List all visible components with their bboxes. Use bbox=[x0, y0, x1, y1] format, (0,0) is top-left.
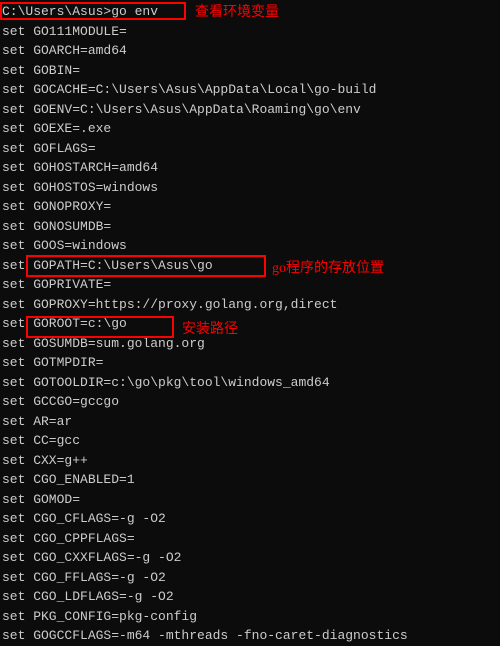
env-line: set GOSUMDB=sum.golang.org bbox=[0, 334, 500, 354]
env-line: set CGO_LDFLAGS=-g -O2 bbox=[0, 587, 500, 607]
env-line: set GOHOSTOS=windows bbox=[0, 178, 500, 198]
env-line: set CGO_FFLAGS=-g -O2 bbox=[0, 568, 500, 588]
prompt-line[interactable]: C:\Users\Asus>go env bbox=[0, 2, 500, 22]
env-line: set CC=gcc bbox=[0, 431, 500, 451]
env-line: set PKG_CONFIG=pkg-config bbox=[0, 607, 500, 627]
env-line: set CGO_CFLAGS=-g -O2 bbox=[0, 509, 500, 529]
env-line: set GOENV=C:\Users\Asus\AppData\Roaming\… bbox=[0, 100, 500, 120]
env-line: set CGO_CXXFLAGS=-g -O2 bbox=[0, 548, 500, 568]
env-line: set GOPROXY=https://proxy.golang.org,dir… bbox=[0, 295, 500, 315]
env-line: set GOGCCFLAGS=-m64 -mthreads -fno-caret… bbox=[0, 626, 500, 646]
env-line: set GOARCH=amd64 bbox=[0, 41, 500, 61]
env-line: set GOHOSTARCH=amd64 bbox=[0, 158, 500, 178]
env-line: set GOTOOLDIR=c:\go\pkg\tool\windows_amd… bbox=[0, 373, 500, 393]
env-line: set GONOPROXY= bbox=[0, 197, 500, 217]
env-line: set CGO_CPPFLAGS= bbox=[0, 529, 500, 549]
env-line: set GCCGO=gccgo bbox=[0, 392, 500, 412]
env-line: set GOEXE=.exe bbox=[0, 119, 500, 139]
env-line: set GOROOT=c:\go bbox=[0, 314, 500, 334]
env-line: set AR=ar bbox=[0, 412, 500, 432]
terminal-output: C:\Users\Asus>go env set GO111MODULE=set… bbox=[0, 2, 500, 646]
env-line: set GOPRIVATE= bbox=[0, 275, 500, 295]
env-line: set GO111MODULE= bbox=[0, 22, 500, 42]
env-line: set GOBIN= bbox=[0, 61, 500, 81]
env-line: set CXX=g++ bbox=[0, 451, 500, 471]
env-line: set GOFLAGS= bbox=[0, 139, 500, 159]
env-line: set GONOSUMDB= bbox=[0, 217, 500, 237]
env-line: set GOTMPDIR= bbox=[0, 353, 500, 373]
env-line: set GOCACHE=C:\Users\Asus\AppData\Local\… bbox=[0, 80, 500, 100]
env-line: set GOMOD= bbox=[0, 490, 500, 510]
env-line: set GOOS=windows bbox=[0, 236, 500, 256]
env-line: set GOPATH=C:\Users\Asus\go bbox=[0, 256, 500, 276]
env-line: set CGO_ENABLED=1 bbox=[0, 470, 500, 490]
